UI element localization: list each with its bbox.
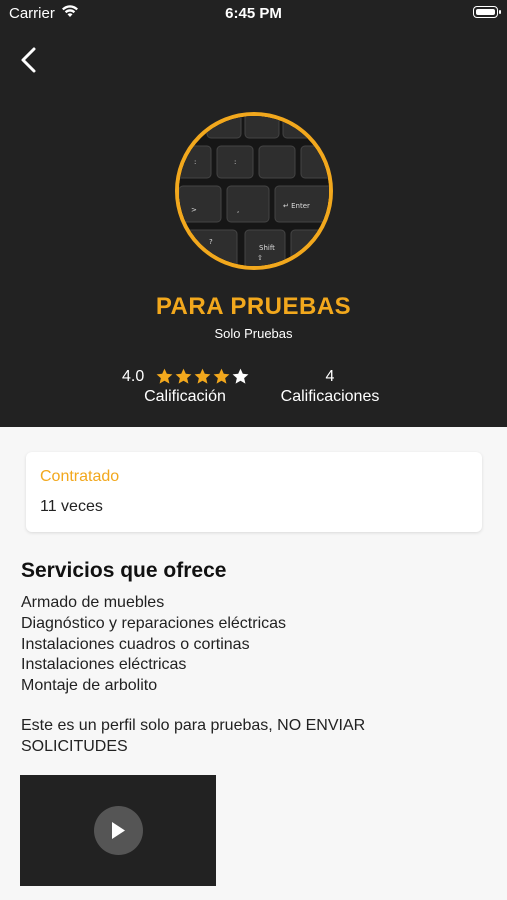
hired-card: Contratado 11 veces [26, 452, 482, 532]
star-filled-icon [194, 368, 211, 384]
service-item: Diagnóstico y reparaciones eléctricas [21, 614, 287, 632]
chevron-left-icon [21, 47, 36, 73]
service-item: Instalaciones cuadros o cortinas [21, 635, 250, 653]
rating-label: Calificación [144, 388, 226, 405]
hired-label: Contratado [40, 468, 120, 485]
rating-stars [155, 367, 250, 386]
svg-text:⇧: ⇧ [257, 254, 263, 262]
services-list: Armado de muebles Diagnóstico y reparaci… [21, 593, 286, 697]
star-filled-icon [156, 368, 173, 384]
status-bar: Carrier 6:45 PM [0, 0, 507, 28]
svg-text:>: > [191, 206, 197, 214]
svg-text:↵ Enter: ↵ Enter [283, 202, 310, 210]
svg-text:?: ? [209, 238, 213, 246]
profile-description: Este es un perfil solo para pruebas, NO … [21, 717, 366, 755]
service-item: Armado de muebles [21, 594, 165, 611]
profile-name: PARA PRUEBAS [155, 293, 352, 320]
services-title: Servicios que ofrece [21, 559, 227, 582]
keyboard-photo-icon: ↵ Enter Shift ⇧ ? > , : : [179, 116, 329, 266]
battery-icon [473, 6, 501, 18]
service-item: Instalaciones eléctricas [21, 656, 187, 674]
svg-text:Shift: Shift [259, 244, 275, 252]
profile-avatar: ↵ Enter Shift ⇧ ? > , : : [175, 112, 333, 270]
play-icon [112, 822, 125, 839]
status-time: 6:45 PM [225, 5, 282, 22]
service-item: Montaje de arbolito [21, 677, 158, 695]
back-button[interactable] [14, 44, 44, 76]
ratings-count-label: Calificaciones [280, 388, 380, 405]
rating-value: 4.0 [122, 368, 145, 385]
star-filled-icon [213, 368, 230, 384]
video-thumbnail[interactable] [20, 775, 216, 886]
star-empty-icon [232, 368, 249, 384]
svg-text::: : [194, 158, 196, 166]
hired-value: 11 veces [40, 498, 103, 515]
ratings-count-value: 4 [325, 368, 335, 385]
play-button[interactable] [94, 806, 143, 855]
svg-text:,: , [237, 206, 239, 214]
profile-subtitle: Solo Pruebas [214, 326, 293, 341]
profile-header: Carrier 6:45 PM ↵ Enter Shift ⇧ ? > ,: … [0, 0, 507, 427]
svg-text::: : [234, 158, 236, 166]
star-filled-icon [175, 368, 192, 384]
